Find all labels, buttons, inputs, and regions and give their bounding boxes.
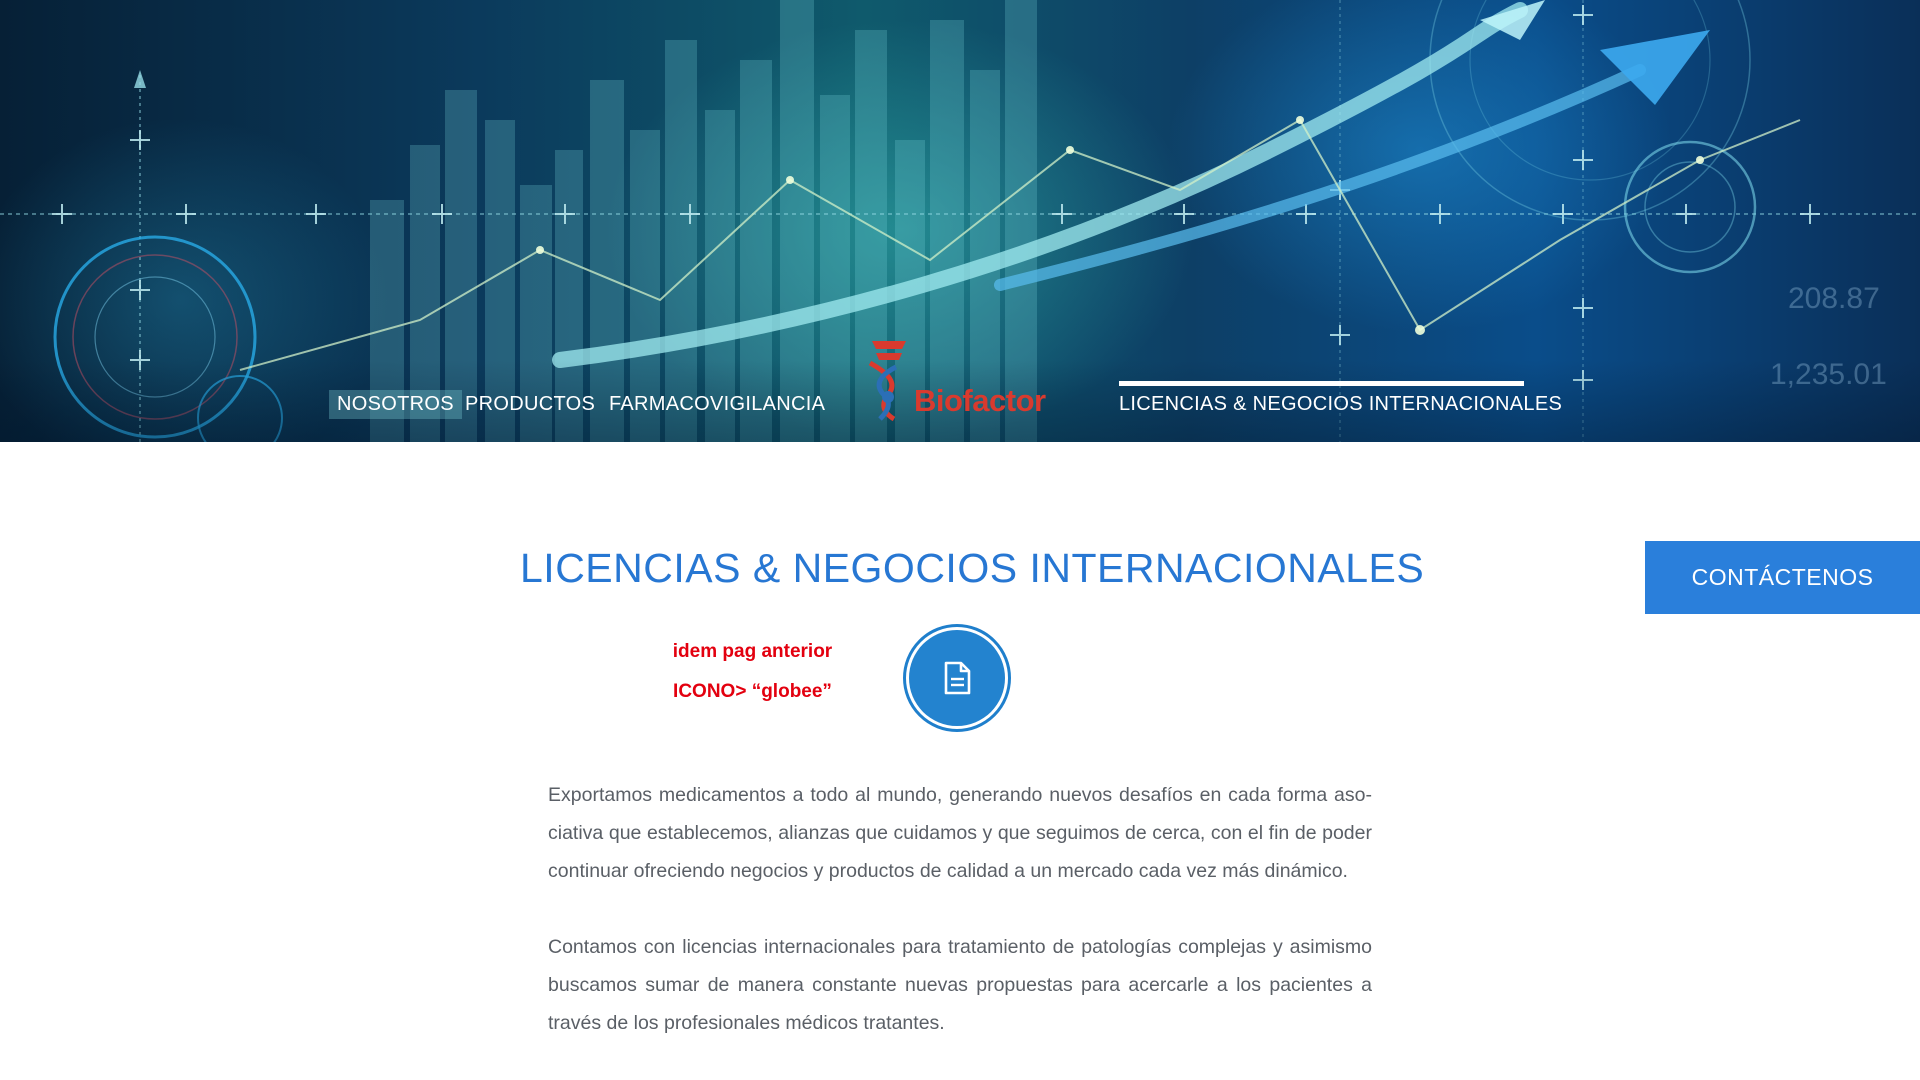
document-icon (944, 661, 971, 695)
nav-item-nosotros[interactable]: NOSOTROS (329, 390, 462, 419)
body-paragraph: Contamos con licencias internacionales p… (548, 936, 1372, 1034)
nav-active-indicator (1119, 381, 1524, 386)
logo-text[interactable]: Biofactor (914, 383, 1046, 419)
contact-button[interactable]: CONTÁCTENOS (1645, 541, 1920, 614)
note-text: idem pag anterior (672, 641, 833, 662)
feature-icon-circle (903, 624, 1011, 732)
body-paragraph: Exportamos medicamentos a todo al mundo,… (548, 784, 1372, 882)
note-text: ICONO> “globee” (673, 681, 832, 702)
hero-banner: 208.87 1,235.01 NOSOTROS PRODUCTOS FARMA… (0, 0, 1920, 442)
nav-item-farmacovigilancia[interactable]: FARMACOVIGILANCIA (609, 393, 825, 416)
ghost-number: 208.87 (1788, 282, 1880, 315)
ghost-number: 1,235.01 (1770, 358, 1887, 391)
nav-item-licencias[interactable]: LICENCIAS & NEGOCIOS INTERNACIONALES (1119, 393, 1562, 416)
nav-item-productos[interactable]: PRODUCTOS (465, 393, 595, 416)
page-title: LICENCIAS & NEGOCIOS INTERNACIONALES (520, 545, 1425, 591)
